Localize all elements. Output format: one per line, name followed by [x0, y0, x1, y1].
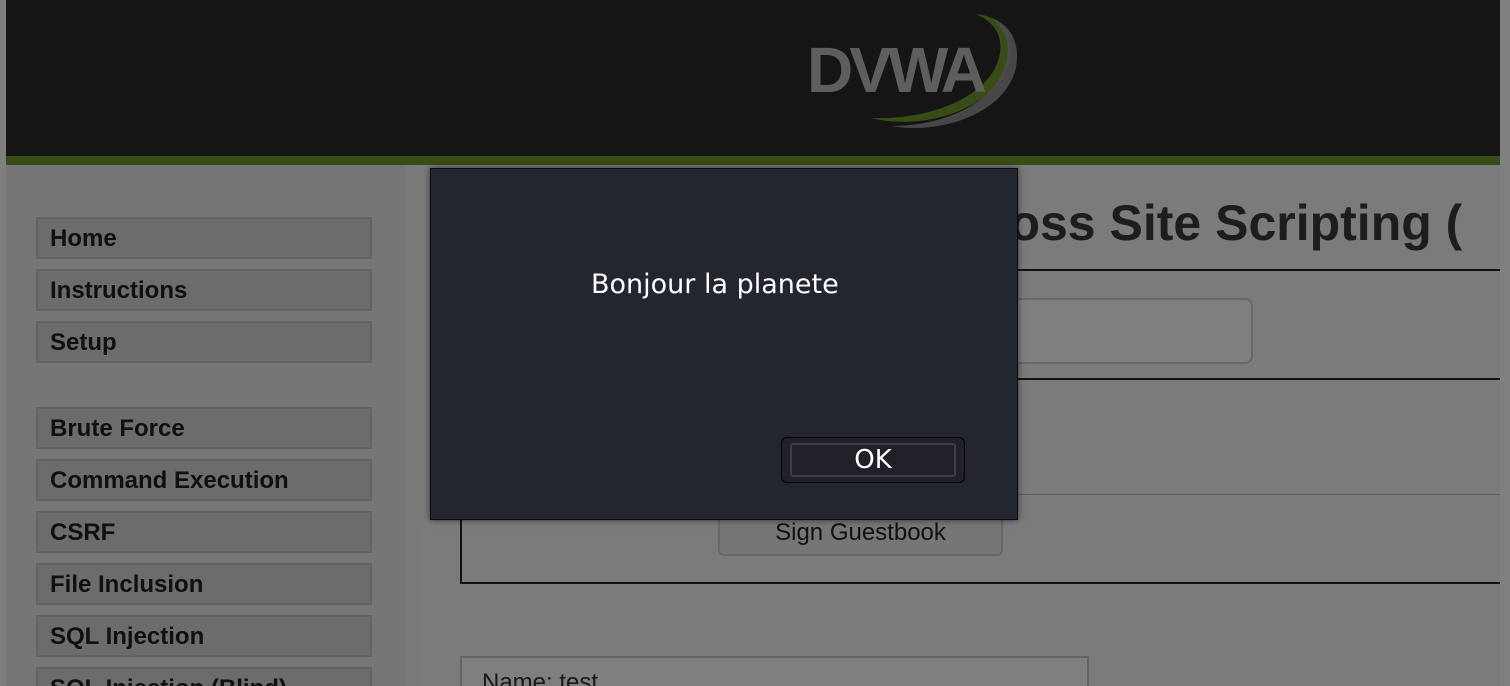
alert-dialog: Bonjour la planete OK: [430, 168, 1018, 520]
ok-button-label: OK: [790, 443, 956, 477]
dvwa-page: DVWA Home Instructions Setup Brute Force…: [0, 0, 1510, 686]
ok-button[interactable]: OK: [781, 437, 965, 483]
alert-message: Bonjour la planete: [591, 269, 839, 300]
